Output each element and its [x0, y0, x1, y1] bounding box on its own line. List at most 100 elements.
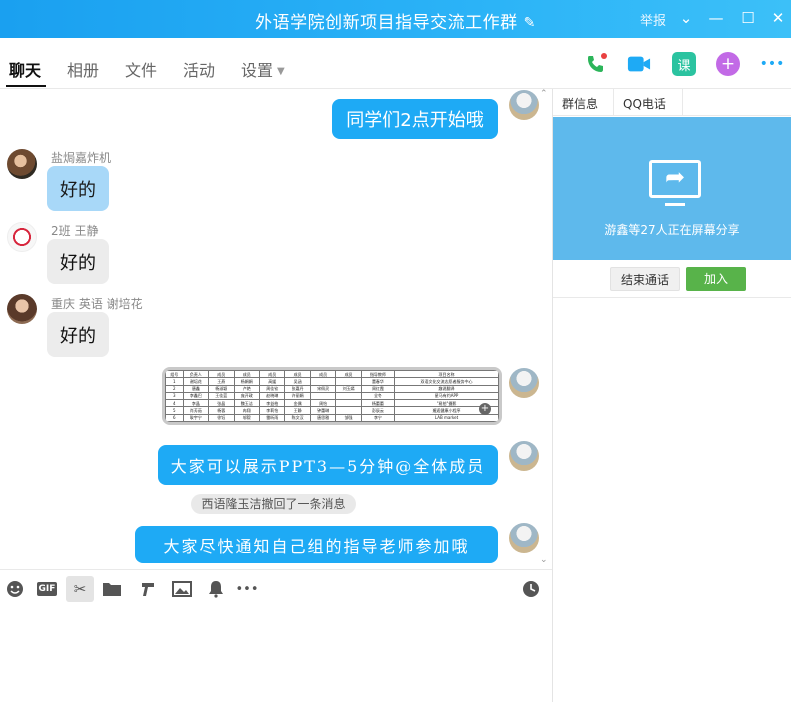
sender-name[interactable]: 2班 王静	[51, 222, 98, 239]
table-cell: 高媛	[258, 377, 286, 386]
my-avatar[interactable]	[509, 441, 539, 471]
table-cell: 李晶	[182, 399, 210, 408]
close-icon[interactable]: ✕	[768, 8, 788, 28]
share-status-text: 游鑫等27人正在屏幕分享	[604, 223, 740, 237]
table-cell: 吴涵	[284, 377, 311, 386]
table-cell	[309, 391, 337, 401]
table-cell: 李益柏	[258, 399, 286, 408]
folder-icon[interactable]	[100, 578, 124, 600]
table-row: 4 李晶 张晶 魏玉洁 李益柏 金偶 周怡 杨蕾蕾 "易拍"摄影	[165, 399, 499, 408]
bell-icon[interactable]	[204, 578, 228, 600]
image-icon[interactable]	[170, 578, 194, 600]
emoji-icon[interactable]	[3, 578, 27, 600]
monitor-stand	[665, 203, 685, 206]
message-bubble[interactable]: 好的	[47, 239, 109, 284]
avatar[interactable]	[7, 222, 37, 252]
table-cell: 邬毅	[233, 413, 260, 422]
tab-bar: 聊天 相册 文件 活动 设置 ▼ 课 + •••	[0, 38, 791, 89]
tab-qq-call[interactable]: QQ电话	[623, 95, 666, 112]
message-bubble[interactable]: 大家可以展示PPT3—5分钟@全体成员	[158, 445, 498, 485]
history-clock-icon[interactable]	[519, 578, 543, 600]
end-call-button[interactable]: 结束通话	[610, 267, 680, 291]
edit-icon[interactable]: ✎	[524, 15, 536, 31]
recall-notice: 西语隆玉洁撤回了一条消息	[191, 494, 356, 514]
table-row: 1 谢培花 王燕 杨娟娟 高媛 吴涵 董春华 双语文化交流志愿者服务中心	[165, 377, 499, 386]
table-cell: 冉翔	[233, 406, 260, 415]
tab-settings[interactable]: 设置 ▼	[241, 57, 285, 81]
table-cell: 李宁	[360, 413, 396, 422]
screenshot-scissors-icon[interactable]: ✂	[66, 576, 94, 602]
table-header: 负责人	[182, 370, 210, 379]
table-cell: 1	[165, 377, 184, 386]
image-table: 组号 负责人 成员 成员 成员 成员 成员 成员 指导教师 项目名称 1 谢培花…	[165, 370, 499, 422]
table-cell	[335, 399, 362, 408]
tab-files[interactable]: 文件	[125, 57, 157, 81]
message-bubble[interactable]: 好的	[47, 166, 109, 211]
chevron-down-icon[interactable]: ⌄	[676, 8, 696, 28]
window-title[interactable]: 外语学院创新项目指导交流工作群 ✎	[0, 8, 791, 33]
table-cell: 王燕	[208, 377, 235, 386]
table-cell: 李鑫巴	[182, 391, 210, 401]
tab-album[interactable]: 相册	[67, 57, 99, 81]
table-cell: 唐思雅	[309, 413, 337, 422]
table-cell: 徐钰	[208, 413, 235, 422]
table-cell: 宋佩灵	[309, 384, 337, 393]
music-icon[interactable]	[136, 578, 160, 600]
more-tools-icon[interactable]: •••	[235, 578, 259, 600]
table-cell: 星马有约APP	[394, 391, 499, 401]
table-cell: 耿宇宁	[182, 413, 210, 422]
table-cell: 周红霞	[360, 384, 396, 393]
video-call-icon[interactable]	[627, 52, 651, 76]
table-cell: 杨娟娟	[233, 377, 260, 386]
join-button[interactable]: 加入	[686, 267, 746, 291]
side-panel-tabs: 群信息 QQ电话	[553, 89, 791, 116]
table-cell	[335, 391, 362, 401]
table-cell: 全冬	[360, 391, 396, 401]
message-bubble[interactable]: 同学们2点开始哦	[332, 99, 498, 139]
active-tab-indicator	[6, 85, 46, 87]
sender-name[interactable]: 重庆 英语 谢培花	[51, 295, 143, 312]
minimize-icon[interactable]: —	[706, 8, 726, 28]
chat-message-area[interactable]: ⌃ 同学们2点开始哦 盐焗嘉炸机 好的 2班 王静 好的 重庆 英语 谢培花 好…	[0, 89, 552, 569]
avatar[interactable]	[7, 149, 37, 179]
table-cell: 趣说翻译	[394, 384, 499, 393]
zoom-icon[interactable]: +	[479, 403, 491, 415]
table-row: 6 耿宇宁 徐钰 邬毅 雷昕雨 陈文汉 唐思雅 邹强 李宁 LAB market	[165, 413, 499, 422]
message-bubble[interactable]: 大家尽快通知自己组的指导老师参加哦	[135, 526, 498, 563]
my-avatar[interactable]	[509, 523, 539, 553]
gif-icon[interactable]: GIF	[35, 578, 59, 600]
title-bar: 外语学院创新项目指导交流工作群 ✎ 举报 ⌄ — ☐ ✕	[0, 0, 791, 38]
image-message[interactable]: 组号 负责人 成员 成员 成员 成员 成员 成员 指导教师 项目名称 1 谢培花…	[162, 367, 502, 425]
side-panel-divider	[553, 297, 791, 298]
avatar[interactable]	[7, 294, 37, 324]
table-cell: 3	[165, 391, 184, 401]
scroll-down-icon[interactable]: ⌄	[540, 555, 548, 565]
add-app-icon[interactable]: +	[716, 52, 740, 76]
my-avatar[interactable]	[509, 90, 539, 120]
tab-chat[interactable]: 聊天	[9, 57, 41, 81]
report-button[interactable]: 举报	[640, 10, 666, 29]
message-input[interactable]	[0, 607, 552, 702]
message-bubble[interactable]: 好的	[47, 312, 109, 357]
table-cell: 庞开政	[233, 391, 260, 401]
table-cell: 王佳蓝	[208, 391, 235, 401]
more-icon[interactable]: •••	[758, 52, 786, 76]
course-icon[interactable]: 课	[672, 52, 696, 76]
table-cell: 杨蕾蕾	[360, 399, 396, 408]
table-cell: 周怡	[309, 399, 337, 408]
my-avatar[interactable]	[509, 368, 539, 398]
tab-group-info[interactable]: 群信息	[562, 95, 598, 112]
table-cell: 杨淑颖	[208, 384, 235, 393]
screen-share-panel[interactable]: ➦ 游鑫等27人正在屏幕分享	[553, 117, 791, 260]
maximize-icon[interactable]: ☐	[738, 8, 758, 28]
scroll-up-icon[interactable]: ⌃	[540, 89, 548, 99]
table-cell: 邹强	[335, 413, 362, 422]
chevron-down-icon: ▼	[277, 66, 285, 77]
voice-call-icon[interactable]	[584, 52, 608, 76]
table-cell: 钟蕾琳	[309, 406, 337, 415]
table-cell	[335, 377, 362, 386]
sender-name[interactable]: 盐焗嘉炸机	[51, 149, 111, 166]
table-cell: 魏玉洁	[233, 399, 260, 408]
table-cell: 肖芳茹	[182, 406, 210, 415]
tab-activity[interactable]: 活动	[183, 57, 215, 81]
